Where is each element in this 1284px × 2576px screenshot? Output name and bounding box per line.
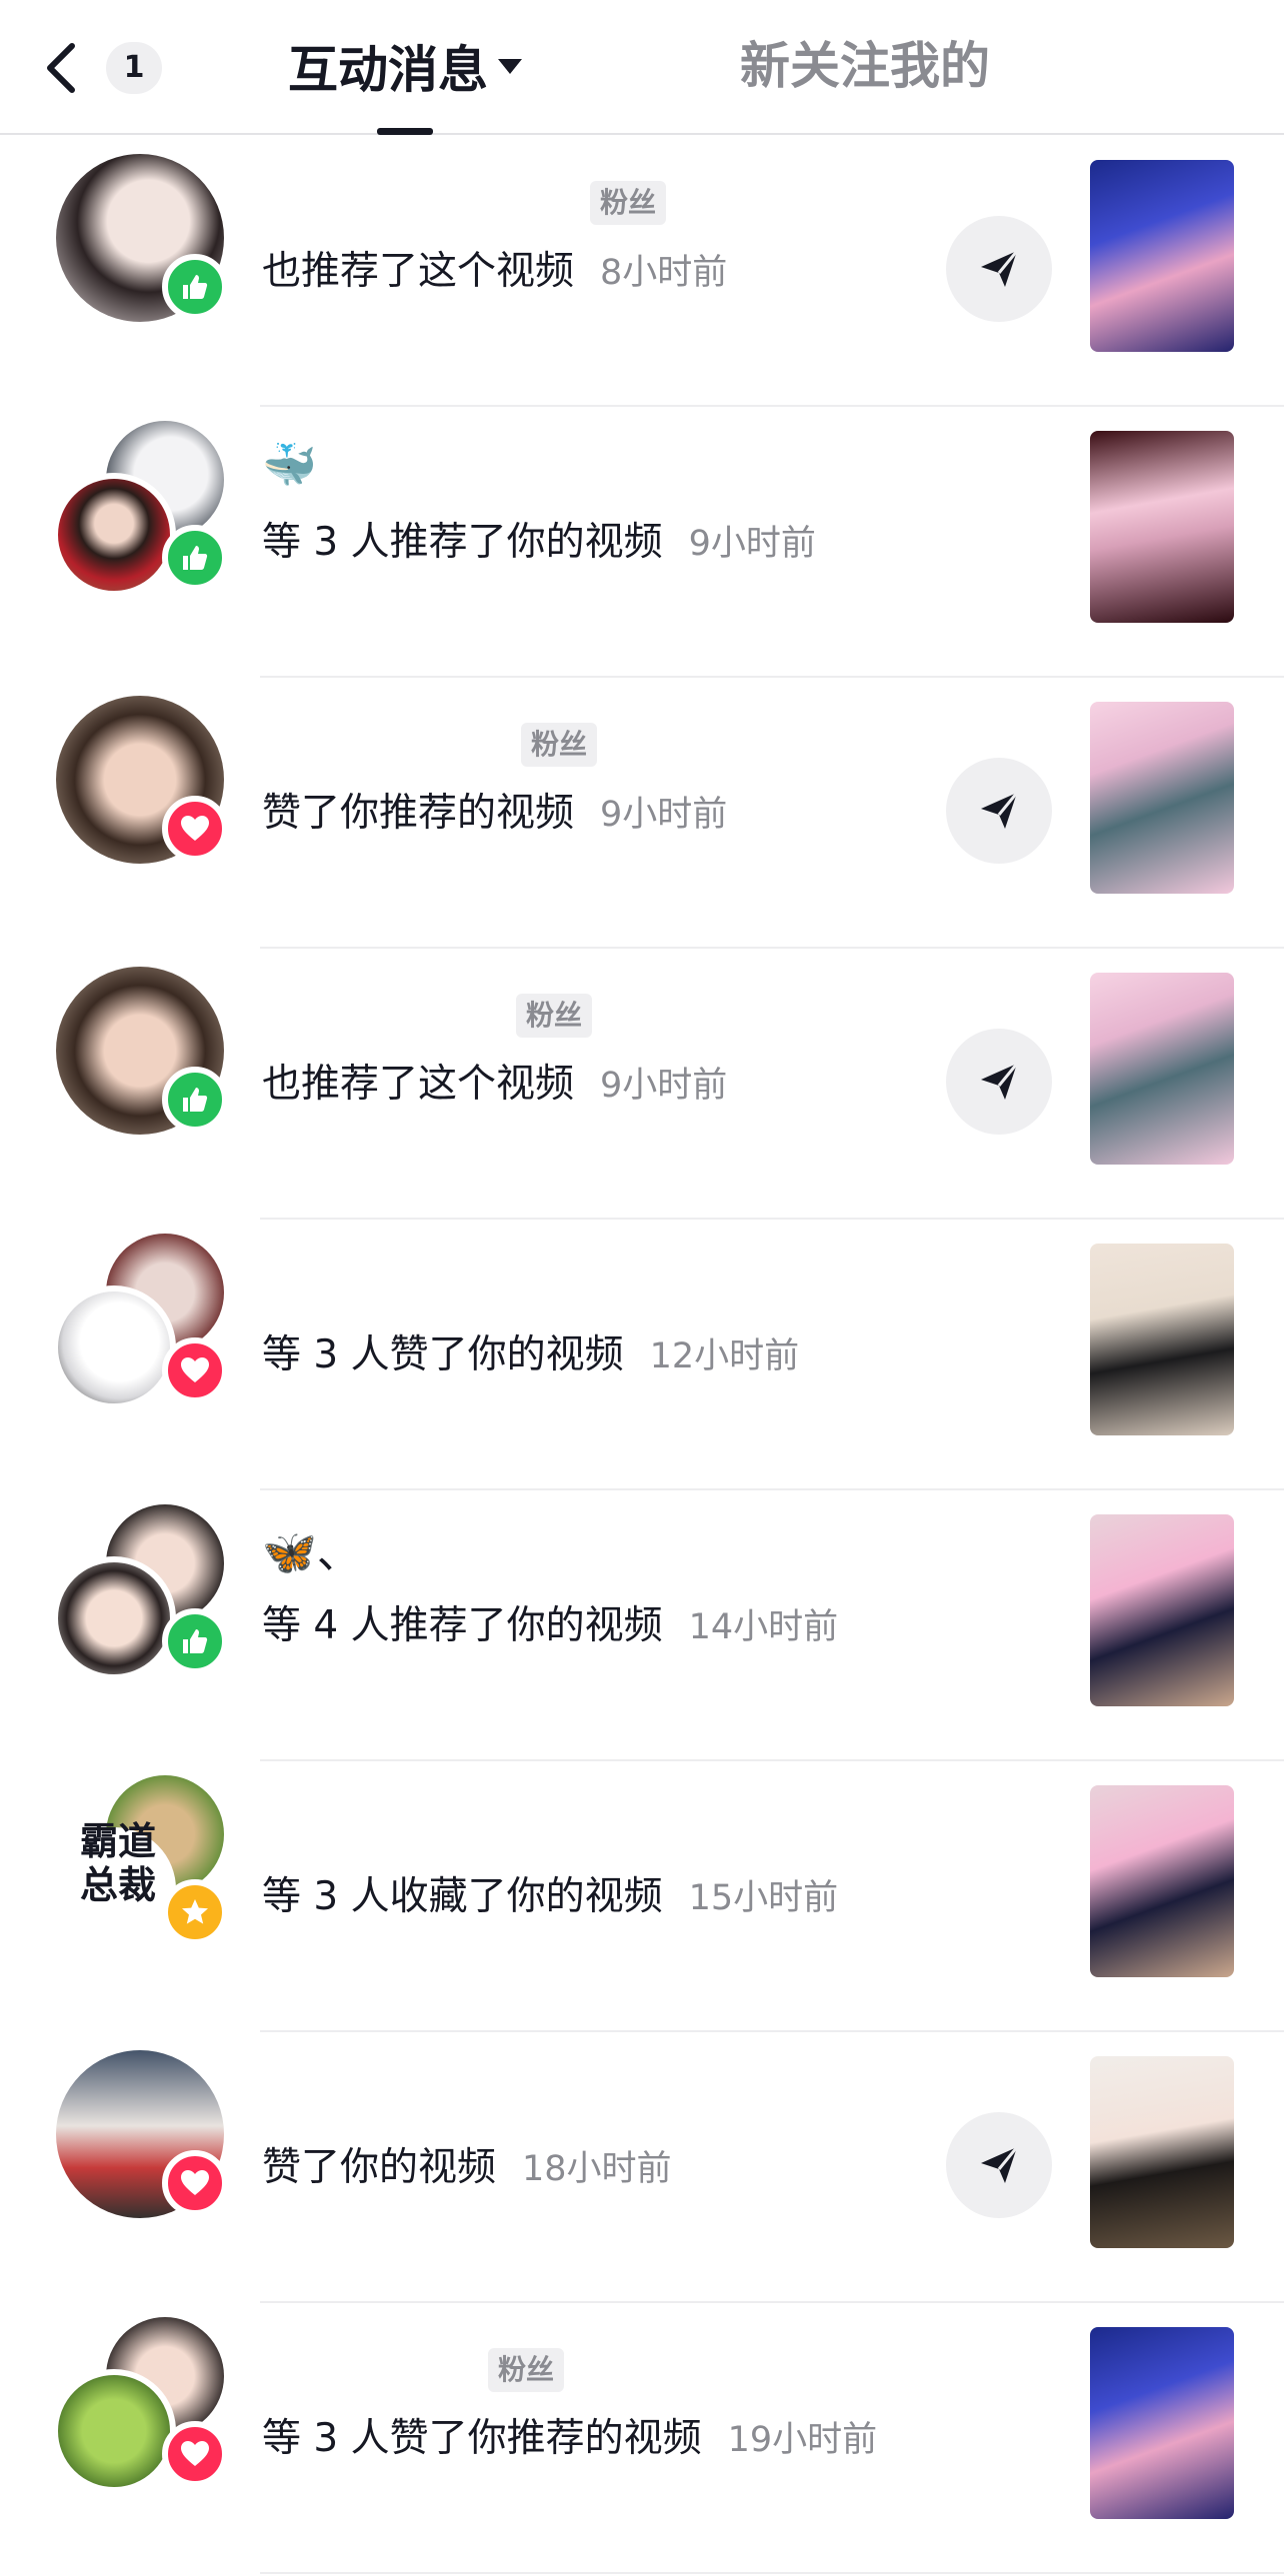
video-thumbnail[interactable] (1090, 1785, 1234, 1977)
notification-time: 19小时前 (727, 2420, 878, 2460)
notification-action: 赞了你推荐的视频 (262, 791, 575, 836)
notification-item[interactable]: 赞了你的视频 18小时前 (0, 2032, 1284, 2303)
top-bar: 1 互动消息 新关注我的 (0, 0, 1284, 135)
like-icon (162, 254, 228, 320)
share-button[interactable] (946, 758, 1052, 864)
fan-badge: 粉丝 (590, 181, 667, 225)
notification-action: 等 4 人推荐了你的视频 (262, 1603, 663, 1648)
active-tab-indicator (377, 128, 433, 135)
notification-action: 等 3 人赞了你推荐的视频 (262, 2416, 702, 2461)
notification-item[interactable]: 粉丝 赞了你推荐的视频 9小时前 (0, 678, 1284, 949)
notification-item[interactable]: 粉丝 也推荐了这个视频 8小时前 (0, 136, 1284, 407)
send-icon (981, 250, 1019, 287)
notification-time: 9小时前 (688, 524, 816, 564)
unread-count-badge[interactable]: 1 (106, 42, 162, 94)
fan-badge: 粉丝 (521, 723, 598, 767)
tab-interactions[interactable]: 互动消息 (288, 34, 522, 99)
like-icon (162, 1608, 228, 1674)
notification-item[interactable]: 🐳 等 3 人推荐了你的视频 9小时前 (0, 407, 1284, 678)
avatar-text: 霸道总裁 (79, 1819, 156, 1907)
avatar[interactable] (52, 473, 176, 597)
heart-icon (162, 1337, 228, 1403)
send-icon (981, 2146, 1019, 2183)
notification-message: 赞了你的视频 18小时前 (262, 2136, 672, 2200)
caret-down-icon (498, 58, 522, 74)
video-thumbnail[interactable] (1090, 160, 1234, 352)
user-name[interactable]: 🦋、 (262, 1520, 361, 1578)
like-icon (162, 525, 228, 591)
notification-action: 等 3 人赞了你的视频 (262, 1332, 624, 1377)
share-button[interactable] (946, 216, 1052, 322)
video-thumbnail[interactable] (1090, 702, 1234, 894)
heart-icon (162, 2150, 228, 2216)
tab-interactions-label: 互动消息 (288, 41, 488, 99)
notification-time: 12小时前 (649, 1336, 800, 1376)
heart-icon (162, 796, 228, 862)
notification-item[interactable]: 粉丝 也推荐了这个视频 9小时前 (0, 949, 1284, 1220)
notification-time: 14小时前 (688, 1607, 839, 1647)
user-name[interactable]: 🐳 (262, 437, 317, 493)
avatar[interactable] (52, 1556, 176, 1680)
avatar[interactable] (52, 2369, 176, 2493)
notification-message: 等 3 人推荐了你的视频 9小时前 (262, 511, 816, 575)
notification-message: 等 3 人赞了你的视频 12小时前 (262, 1323, 799, 1387)
notification-time: 9小时前 (600, 1066, 728, 1106)
notification-item[interactable]: 霸道总裁 等 3 人收藏了你的视频 15小时前 (0, 1761, 1284, 2032)
video-thumbnail[interactable] (1090, 1244, 1234, 1435)
fan-badge: 粉丝 (516, 994, 593, 1038)
video-thumbnail[interactable] (1090, 973, 1234, 1165)
notification-action: 也推荐了这个视频 (262, 1062, 575, 1107)
notification-message: 赞了你推荐的视频 9小时前 (262, 782, 727, 846)
notification-time: 18小时前 (522, 2149, 672, 2189)
avatar[interactable] (52, 1286, 176, 1409)
fan-badge: 粉丝 (488, 2348, 565, 2392)
notification-message: 等 4 人推荐了你的视频 14小时前 (262, 1594, 838, 1658)
send-icon (981, 792, 1019, 829)
notification-time: 9小时前 (600, 795, 728, 835)
video-thumbnail[interactable] (1090, 431, 1234, 623)
video-thumbnail[interactable] (1090, 1514, 1234, 1706)
star-icon (162, 1879, 228, 1945)
notification-action: 赞了你的视频 (262, 2145, 497, 2190)
notification-item[interactable]: 🦋、 等 4 人推荐了你的视频 14小时前 (0, 1490, 1284, 1761)
share-button[interactable] (946, 2112, 1052, 2218)
notification-action: 等 3 人推荐了你的视频 (262, 520, 663, 565)
notification-message: 也推荐了这个视频 8小时前 (262, 240, 727, 304)
notification-message: 等 3 人赞了你推荐的视频 19小时前 (262, 2407, 877, 2471)
back-button[interactable] (38, 38, 88, 98)
notification-time: 15小时前 (688, 1878, 839, 1918)
divider (260, 2572, 1284, 2574)
video-thumbnail[interactable] (1090, 2327, 1234, 2519)
notification-action: 等 3 人收藏了你的视频 (262, 1874, 663, 1919)
notification-item[interactable]: 等 3 人赞了你的视频 12小时前 (0, 1220, 1284, 1490)
like-icon (162, 1067, 228, 1133)
chevron-left-icon (47, 43, 75, 93)
notification-message: 也推荐了这个视频 9小时前 (262, 1053, 727, 1117)
tab-new-followers[interactable]: 新关注我的 (740, 34, 990, 98)
notification-message: 等 3 人收藏了你的视频 15小时前 (262, 1865, 838, 1929)
video-thumbnail[interactable] (1090, 2056, 1234, 2248)
heart-icon (162, 2421, 228, 2487)
share-button[interactable] (946, 1029, 1052, 1135)
send-icon (981, 1063, 1019, 1100)
notification-item[interactable]: 粉丝 等 3 人赞了你推荐的视频 19小时前 (0, 2303, 1284, 2574)
notification-action: 也推荐了这个视频 (262, 249, 575, 294)
notification-time: 8小时前 (600, 253, 728, 293)
